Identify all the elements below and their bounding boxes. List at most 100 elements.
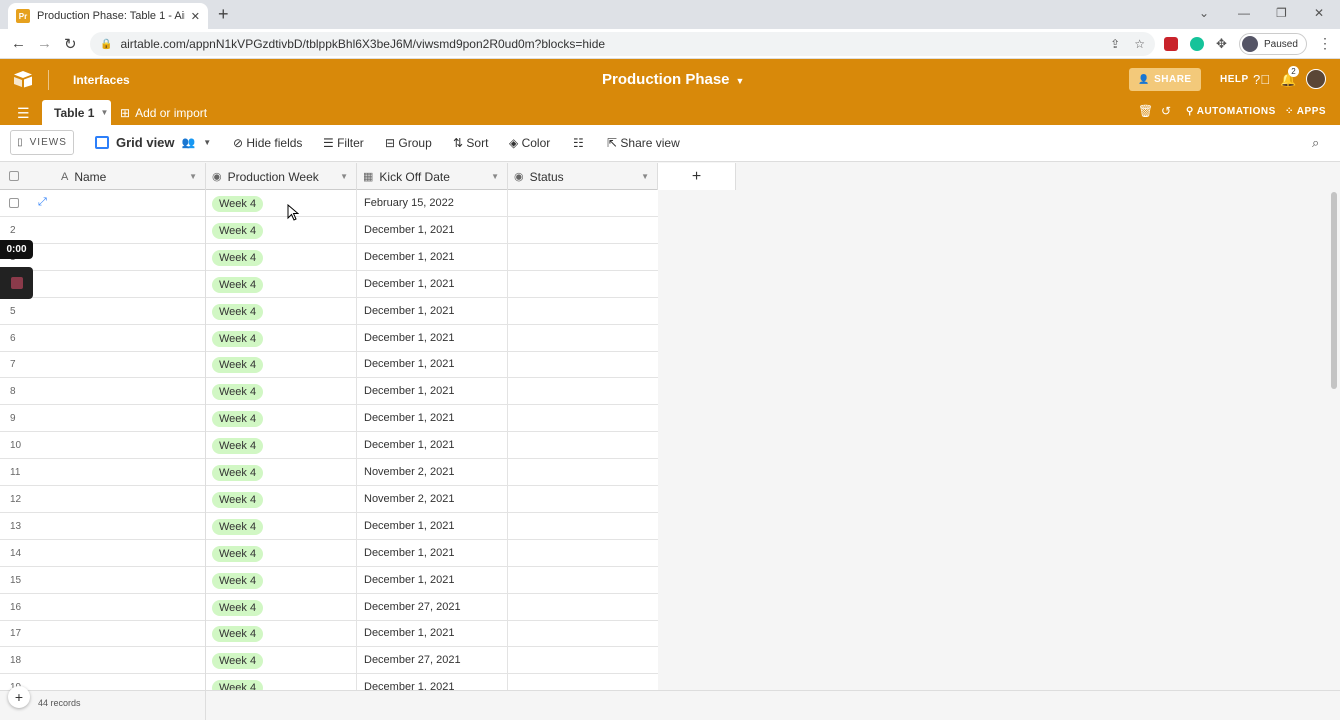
production-week-pill[interactable]: Week 4 [212, 411, 264, 428]
grammarly-extension-icon[interactable] [1190, 37, 1204, 51]
extension-red-icon[interactable] [1164, 37, 1178, 51]
bookmark-star-icon[interactable]: ☆ [1134, 37, 1145, 51]
table-row[interactable]: 7 Week 4 December 1, 2021 [0, 351, 658, 379]
table-row[interactable]: 6 Week 4 December 1, 2021 [0, 324, 658, 352]
hamburger-menu-icon[interactable]: ☰ [17, 105, 30, 122]
production-week-pill[interactable]: Week 4 [212, 222, 264, 239]
back-icon[interactable]: ← [11, 35, 26, 52]
production-week-pill[interactable]: Week 4 [212, 518, 264, 535]
add-record-button[interactable]: + [8, 686, 30, 708]
table-row[interactable]: 12 Week 4 November 2, 2021 [0, 485, 658, 513]
production-week-pill[interactable]: Week 4 [212, 276, 264, 293]
chevron-down-icon[interactable]: ▼ [340, 172, 348, 181]
filter-button[interactable]: ☰ Filter [323, 136, 364, 150]
kick-off-date-cell[interactable]: November 2, 2021 [364, 493, 455, 505]
production-week-pill[interactable]: Week 4 [212, 626, 264, 643]
kick-off-date-cell[interactable]: December 1, 2021 [364, 278, 455, 290]
views-toggle-button[interactable]: ▯ VIEWS [10, 130, 74, 155]
kick-off-date-cell[interactable]: December 1, 2021 [364, 251, 455, 263]
browser-tab[interactable]: Pr Production Phase: Table 1 - Airta ✕ [8, 3, 208, 29]
expand-record-icon[interactable]: ⤢ [38, 196, 47, 209]
table-row[interactable]: 4Week 4December 1, 2021 [0, 270, 658, 298]
kick-off-date-cell[interactable]: December 1, 2021 [364, 224, 455, 236]
base-name[interactable]: Production Phase ▼ [602, 71, 744, 88]
grid-view-selector[interactable]: Grid view 👥 ▼ [95, 135, 211, 150]
omnibox[interactable]: 🔒 airtable.com/appnN1kVPGzdtivbD/tblppkB… [90, 32, 1155, 56]
history-icon[interactable]: ↺ [1161, 104, 1171, 118]
table-row[interactable]: 10 Week 4 December 1, 2021 [0, 432, 658, 460]
table-row[interactable]: 3Week 4December 1, 2021 [0, 243, 658, 271]
table-row[interactable]: 5 Week 4 December 1, 2021 [0, 297, 658, 325]
table-row[interactable]: 11 Week 4 November 2, 2021 [0, 459, 658, 486]
search-icon[interactable]: ⌕ [1312, 135, 1319, 151]
production-week-pill[interactable]: Week 4 [212, 303, 264, 320]
production-week-pill[interactable]: Week 4 [212, 599, 264, 616]
production-week-pill[interactable]: Week 4 [212, 653, 264, 670]
help-link[interactable]: HELP [1220, 74, 1249, 85]
kick-off-date-cell[interactable]: December 1, 2021 [364, 358, 455, 370]
kick-off-date-cell[interactable]: December 1, 2021 [364, 520, 455, 532]
table-row[interactable]: 2 Week 4 December 1, 2021 [0, 216, 658, 244]
chevron-down-icon[interactable]: ▼ [189, 172, 197, 181]
production-week-pill[interactable]: Week 4 [212, 196, 264, 212]
column-header-name[interactable]: A Name ▼ [53, 163, 206, 190]
user-avatar[interactable] [1306, 69, 1326, 89]
trash-icon[interactable]: 🗑 [1138, 104, 1153, 118]
close-tab-icon[interactable]: ✕ [191, 10, 200, 23]
help-question-icon[interactable]: ?⃝ [1253, 72, 1270, 87]
production-week-pill[interactable]: Week 4 [212, 680, 264, 690]
apps-button[interactable]: ⁘ APPS [1285, 106, 1326, 117]
table-row[interactable]: 15 Week 4 December 1, 2021 [0, 566, 658, 594]
table-row[interactable]: 8 Week 4 December 1, 2021 [0, 378, 658, 406]
table-row[interactable]: 13 Week 4 December 1, 2021 [0, 512, 658, 540]
table-row[interactable]: 16 Week 4 December 27, 2021 [0, 593, 658, 621]
kick-off-date-cell[interactable]: February 15, 2022 [364, 197, 454, 209]
table-row[interactable]: 9 Week 4 December 1, 2021 [0, 405, 658, 433]
extensions-puzzle-icon[interactable]: ✥ [1216, 36, 1227, 52]
table-tab[interactable]: Table 1 ▼ [42, 100, 111, 125]
production-week-pill[interactable]: Week 4 [212, 438, 264, 455]
share-page-icon[interactable]: ⇪ [1110, 37, 1120, 51]
kick-off-date-cell[interactable]: December 1, 2021 [364, 412, 455, 424]
url-text[interactable]: airtable.com/appnN1kVPGzdtivbD/tblppkBhl… [120, 37, 1096, 51]
kick-off-date-cell[interactable]: December 1, 2021 [364, 439, 455, 451]
add-or-import-button[interactable]: ⊞ Add or import [120, 106, 207, 120]
chevron-down-icon[interactable]: ▼ [100, 108, 108, 117]
chevron-down-icon[interactable]: ▼ [491, 172, 499, 181]
kick-off-date-cell[interactable]: December 1, 2021 [364, 627, 455, 639]
production-week-pill[interactable]: Week 4 [212, 357, 264, 374]
kick-off-date-cell[interactable]: December 1, 2021 [364, 332, 455, 344]
chevron-down-icon[interactable]: ▼ [641, 172, 649, 181]
kick-off-date-cell[interactable]: December 27, 2021 [364, 654, 461, 666]
column-header-status[interactable]: ◉ Status ▼ [508, 163, 658, 190]
forward-icon[interactable]: → [37, 35, 52, 52]
row-height-icon[interactable]: ☷ [573, 136, 584, 150]
production-week-pill[interactable]: Week 4 [212, 572, 264, 589]
production-week-pill[interactable]: Week 4 [212, 384, 264, 401]
table-row[interactable]: 17 Week 4 December 1, 2021 [0, 620, 658, 648]
minimize-icon[interactable]: — [1238, 6, 1250, 20]
tab-search-icon[interactable]: ⌄ [1199, 6, 1209, 20]
profile-button[interactable]: Paused [1239, 33, 1307, 55]
share-view-button[interactable]: ⇱ Share view [607, 136, 680, 150]
reload-icon[interactable]: ↻ [64, 35, 77, 53]
close-window-icon[interactable]: ✕ [1314, 6, 1324, 20]
kick-off-date-cell[interactable]: December 1, 2021 [364, 574, 455, 586]
kick-off-date-cell[interactable]: December 1, 2021 [364, 305, 455, 317]
group-button[interactable]: ⊟ Group [385, 136, 432, 150]
production-week-pill[interactable]: Week 4 [212, 330, 264, 347]
sort-button[interactable]: ⇅ Sort [453, 136, 488, 150]
share-button[interactable]: 👤 SHARE [1129, 68, 1201, 91]
production-week-pill[interactable]: Week 4 [212, 465, 264, 481]
select-all-checkbox[interactable] [9, 171, 19, 181]
kick-off-date-cell[interactable]: December 1, 2021 [364, 681, 455, 690]
production-week-pill[interactable]: Week 4 [212, 491, 264, 508]
vertical-scrollbar[interactable] [1331, 192, 1337, 389]
restore-icon[interactable]: ❐ [1276, 6, 1287, 20]
new-tab-icon[interactable]: + [218, 4, 229, 25]
production-week-pill[interactable]: Week 4 [212, 545, 264, 562]
table-row[interactable]: 14 Week 4 December 1, 2021 [0, 539, 658, 567]
add-field-button[interactable]: + [658, 163, 736, 190]
automations-button[interactable]: ⚲ AUTOMATIONS [1186, 106, 1276, 117]
column-header-production-week[interactable]: ◉ Production Week ▼ [206, 163, 357, 190]
